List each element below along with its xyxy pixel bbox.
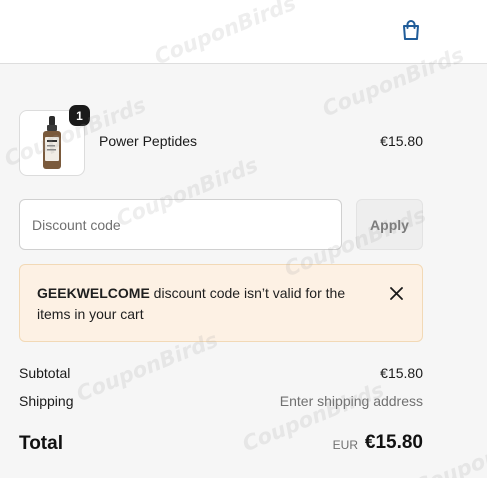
alert-close-button[interactable] — [387, 284, 405, 302]
alert-message: GEEKWELCOME discount code isn’t valid fo… — [37, 283, 367, 325]
shipping-label: Shipping — [19, 393, 74, 409]
product-price: €15.80 — [380, 133, 423, 149]
quantity-badge: 1 — [69, 105, 90, 126]
cart-button[interactable] — [398, 17, 424, 43]
total-label: Total — [19, 433, 63, 454]
discount-code-input[interactable] — [19, 199, 342, 250]
shipping-value: Enter shipping address — [279, 393, 423, 409]
total-value: €15.80 — [364, 432, 423, 453]
serum-bottle-icon — [43, 116, 61, 169]
product-name: Power Peptides — [99, 133, 198, 149]
subtotal-value: €15.80 — [380, 365, 423, 381]
shopping-bag-icon — [403, 20, 419, 40]
apply-discount-button[interactable]: Apply — [356, 199, 423, 250]
total-currency: EUR — [332, 438, 358, 452]
checkout-header — [0, 0, 487, 64]
subtotal-label: Subtotal — [19, 365, 71, 381]
order-summary: 1 Power Peptides €15.80 Apply GEEKWELCOM… — [0, 65, 487, 478]
close-icon — [389, 286, 403, 300]
discount-code-name: GEEKWELCOME — [37, 285, 150, 301]
discount-error-alert: GEEKWELCOME discount code isn’t valid fo… — [19, 264, 423, 342]
